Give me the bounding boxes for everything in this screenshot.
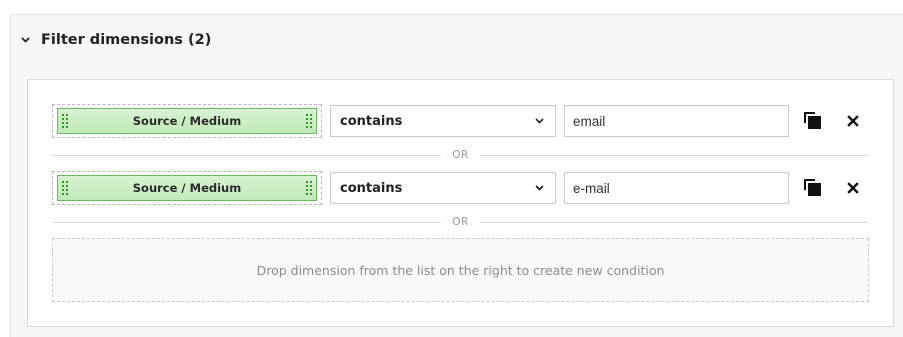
or-separator: OR [52,148,869,162]
drop-zone-hint: Drop dimension from the list on the righ… [256,262,665,278]
chevron-down-icon[interactable] [19,34,31,46]
dimension-label: Source / Medium [132,114,242,128]
filter-dimensions-header[interactable]: Filter dimensions (2) [19,30,211,50]
condition-row: Source / Medium contains [52,104,872,138]
drag-handle-icon[interactable] [62,112,68,130]
close-icon [847,115,859,127]
drag-handle-icon[interactable] [62,179,68,197]
drag-handle-icon[interactable] [305,112,312,130]
condition-value-input[interactable] [564,172,789,204]
operator-value: contains [340,113,403,129]
dimension-slot[interactable]: Source / Medium [52,171,322,205]
duplicate-condition-button[interactable] [804,112,822,130]
operator-select[interactable]: contains [330,105,556,137]
dimension-chip[interactable]: Source / Medium [57,175,317,201]
condition-value-input[interactable] [564,105,789,137]
operator-select[interactable]: contains [330,172,556,204]
dimension-label: Source / Medium [132,181,242,195]
dimension-slot[interactable]: Source / Medium [52,104,322,138]
operator-value: contains [340,180,403,196]
section-title: Filter dimensions (2) [41,32,212,48]
remove-condition-button[interactable] [846,113,860,127]
dimension-drop-zone[interactable]: Drop dimension from the list on the righ… [52,238,869,302]
duplicate-condition-button[interactable] [804,179,822,197]
drag-handle-icon[interactable] [305,179,312,197]
condition-row: Source / Medium contains [52,171,872,205]
or-label: OR [452,149,469,161]
or-label: OR [452,216,469,228]
close-icon [847,182,859,194]
or-separator: OR [52,215,869,229]
dimension-chip[interactable]: Source / Medium [57,108,317,134]
chevron-down-icon [535,116,545,126]
remove-condition-button[interactable] [846,180,860,194]
chevron-down-icon [535,183,545,193]
